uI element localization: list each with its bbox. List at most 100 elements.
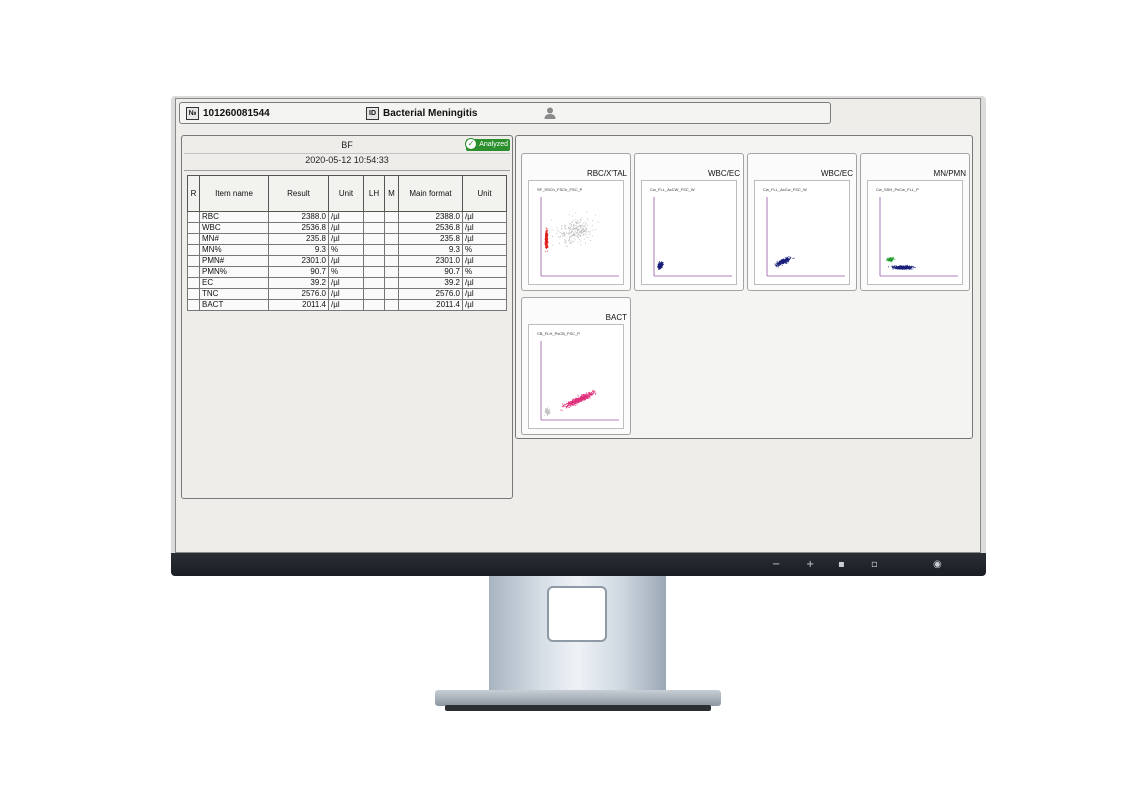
scatter-point [903,268,905,270]
scatter-point [575,228,576,230]
scatter-point [563,405,565,407]
scatter-point [551,219,553,221]
scatter-point [569,230,570,232]
table-row[interactable]: WBC 2536.8/µl 2536.8/µl [187,222,507,234]
menu-button[interactable]: ▪ [838,559,845,570]
table-row[interactable]: PMN# 2301.0/µl 2301.0/µl [187,255,507,267]
scatter-point [574,228,576,230]
scatter-point [907,267,908,269]
cell-m [384,244,399,256]
scattergram-rbc-xtal[interactable]: RBC/X'TAL SF_SSCh_FSCh_FSC_P [521,153,631,291]
scatter-point [564,235,566,237]
scatter-point [576,399,578,401]
scatter-point [587,220,589,222]
scatter-point [562,403,563,405]
scatter-point [572,241,574,242]
scatter-point [566,406,568,408]
scatter-point [576,229,578,231]
scatter-point [574,230,576,232]
scatter-point [568,402,570,404]
scatter-point [779,262,781,264]
scatter-point [577,222,579,224]
plus-button[interactable]: + [806,559,814,570]
scatter-point [578,229,580,231]
cell-r [187,277,200,289]
scatter-point [786,257,788,258]
scatter-point [562,406,563,408]
patient-id: Bacterial Meningitis [383,108,478,119]
scatter-point [566,245,568,247]
cell-unit: /µl [328,288,364,300]
scatter-point [584,225,585,227]
scatter-point [588,391,590,393]
scatter-point [661,261,662,263]
scatter-point [565,228,567,230]
scattergram-mn-pmn[interactable]: MN/PMN Cw_SSH_PxCw_FLL_P [860,153,970,291]
scatter-point [787,258,789,260]
cell-main-format: 2301.0 [398,255,463,267]
scatter-point [899,265,901,267]
table-row[interactable]: TNC 2576.0/µl 2576.0/µl [187,288,507,300]
scatter-point [590,240,592,241]
cell-result: 39.2 [268,277,329,289]
table-row[interactable]: BACT 2011.4/µl 2011.4/µl [187,299,507,311]
scatter-point [581,217,583,219]
scatter-point [901,268,903,270]
scatter-point [556,229,558,231]
scatter-point [786,258,788,260]
scatter-point [578,233,579,235]
cell-r [187,233,200,245]
scatter-point [557,236,559,237]
scatter-point [545,409,546,411]
cell-unit-2: /µl [462,255,507,267]
scatter-point [568,214,570,216]
scatter-point [580,225,582,227]
scatter-point [580,232,582,234]
scatter-point [587,397,589,399]
scatter-point [778,263,780,264]
scattergram-wbc-ec-2[interactable]: WBC/EC Cw_FLL_AxCw_FSC_W [747,153,857,291]
scatter-point [573,224,574,225]
scatter-point [892,266,894,267]
scatter-point [591,391,592,393]
col-unit: Unit [328,175,364,212]
scatter-point [576,234,578,236]
power-button[interactable]: ◉ [933,559,942,570]
scatter-point [582,224,584,226]
scatter-point [578,225,579,227]
scatter-point [577,242,579,244]
scatter-point [586,218,588,219]
cell-lh [363,299,385,311]
scattergram-wbc-ec-1[interactable]: WBC/EC Cw_FLL_AxCW_FSC_W [634,153,744,291]
cell-result: 9.3 [268,244,329,256]
table-row[interactable]: PMN% 90.7% 90.7% [187,266,507,278]
scatter-point [559,243,560,244]
scatter-point [560,409,562,411]
scatter-point [577,235,579,237]
patient-id-field[interactable]: ID Bacterial Meningitis [366,107,477,120]
cell-result: 90.7 [268,266,329,278]
scatter-point [893,257,895,259]
scattergram-panel: RBC/X'TAL SF_SSCh_FSCh_FSC_P WBC/EC Cw_F… [515,135,973,439]
scatter-point [549,408,551,410]
table-row[interactable]: EC 39.2/µl 39.2/µl [187,277,507,289]
table-row[interactable]: MN# 235.8/µl 235.8/µl [187,233,507,245]
scatter-point [582,232,583,234]
scatter-point [570,231,572,233]
minus-button[interactable]: − [772,559,780,570]
scatter-point [582,227,584,229]
table-row[interactable]: MN% 9.3% 9.3% [187,244,507,256]
scatter-point [661,266,663,268]
scatter-point [903,267,905,269]
scattergram-axis-label: Cw_FLL_AxCW_FSC_W [650,187,695,192]
scatter-point [582,234,584,236]
input-button[interactable]: ▫ [871,559,878,570]
cell-m [384,266,399,278]
scatter-point [594,393,596,395]
scattergram-bact[interactable]: BACT CB_FLH_PxCB_FSC_P [521,297,631,435]
scattergram-axis-label: CB_FLH_PxCB_FSC_P [537,331,580,336]
scatter-point [575,404,577,406]
sample-number-field[interactable]: № 101260081544 [186,107,270,120]
table-row[interactable]: RBC 2388.0/µl 2388.0/µl [187,211,507,223]
person-icon[interactable] [543,106,557,120]
